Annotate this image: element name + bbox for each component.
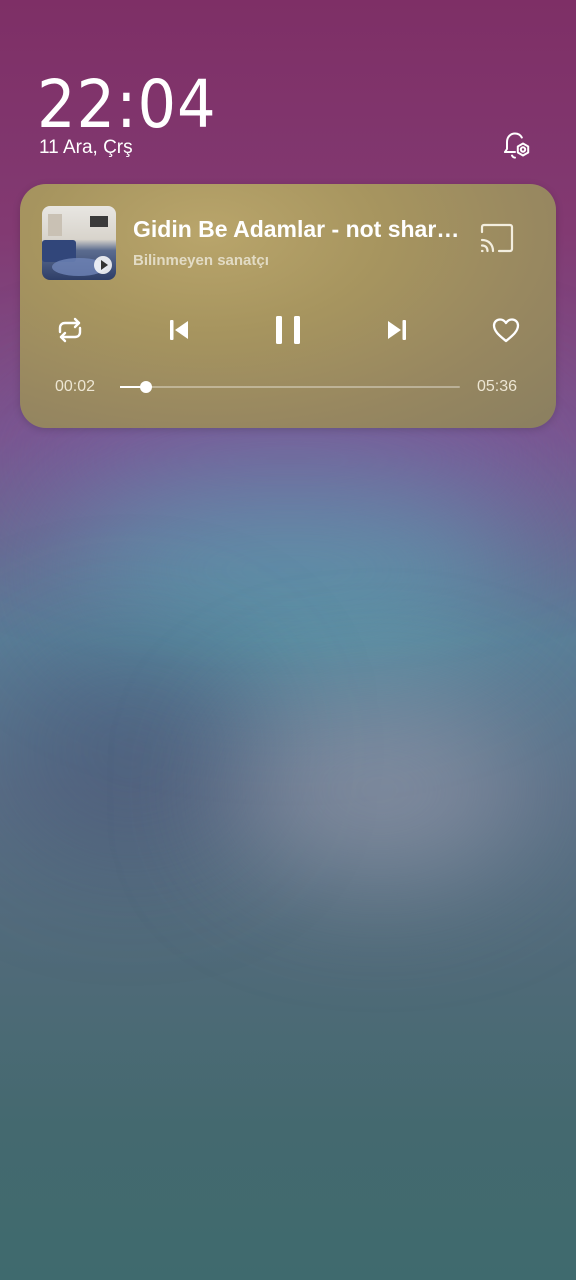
cast-icon[interactable] — [478, 222, 516, 254]
background-glow — [60, 470, 520, 670]
pause-icon — [276, 316, 300, 344]
media-player-card[interactable]: Gidin Be Adamlar - not shared Bilinmeyen… — [20, 184, 556, 428]
repeat-button[interactable] — [50, 310, 90, 350]
elapsed-time: 00:02 — [55, 378, 96, 395]
pause-button[interactable] — [268, 310, 308, 350]
play-icon — [94, 256, 112, 274]
total-duration: 05:36 — [477, 378, 518, 395]
skip-next-icon — [388, 320, 406, 340]
track-title: Gidin Be Adamlar - not shared — [133, 216, 463, 242]
lockscreen-clock: 22:04 — [37, 66, 217, 143]
art-detail — [48, 214, 62, 236]
like-button[interactable] — [486, 310, 526, 350]
lockscreen-date: 11 Ara, Çrş — [39, 137, 133, 158]
seek-bar[interactable] — [120, 381, 460, 393]
seek-thumb[interactable] — [140, 381, 153, 393]
heart-icon — [492, 318, 520, 343]
previous-button[interactable] — [159, 310, 199, 350]
background-glow — [0, 640, 260, 860]
art-detail — [90, 216, 108, 227]
repeat-icon — [58, 317, 82, 343]
next-button[interactable] — [377, 310, 417, 350]
album-art[interactable] — [42, 206, 116, 280]
notification-settings-icon[interactable] — [498, 128, 534, 164]
background-glow — [230, 700, 530, 880]
track-artist: Bilinmeyen sanatçı — [133, 252, 269, 269]
skip-previous-icon — [170, 320, 188, 340]
